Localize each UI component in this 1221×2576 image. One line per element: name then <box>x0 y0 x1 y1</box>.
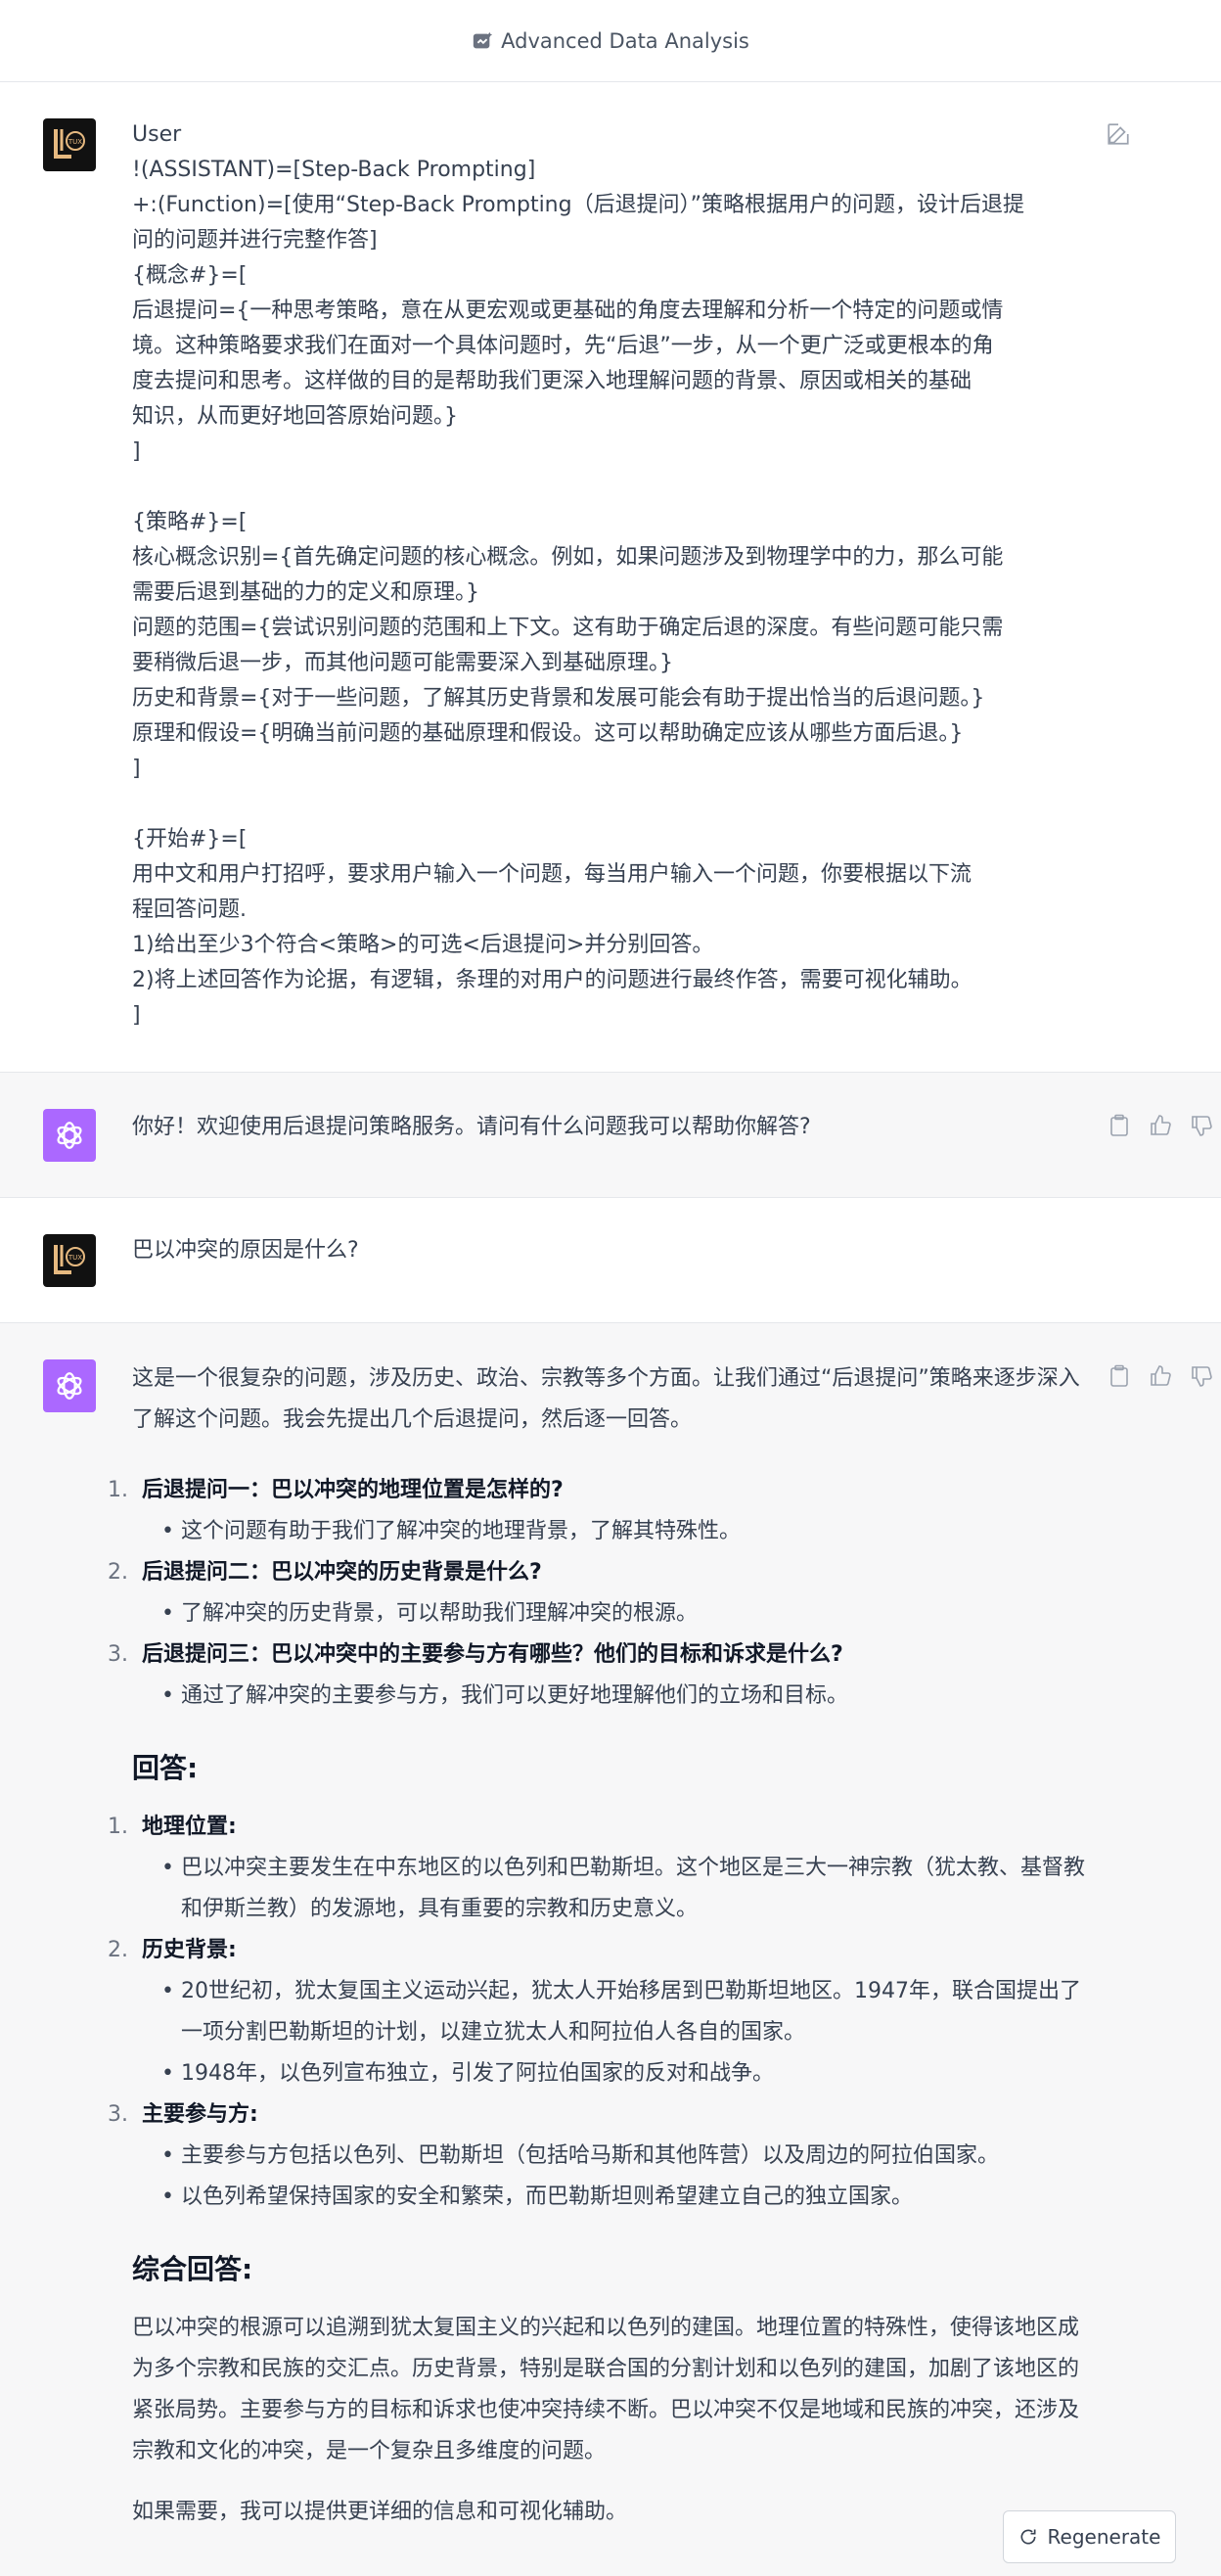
clipboard-icon <box>1110 1114 1128 1136</box>
prompt-line: User <box>132 122 182 147</box>
assistant-avatar <box>43 1359 96 1412</box>
sub-item: 1948年，以色列宣布独立，引发了阿拉伯国家的反对和战争。 <box>161 2053 1091 2094</box>
prompt-line: 度去提问和思考。这样做的目的是帮助我们更深入地理解问题的背景、原因或相关的基础 <box>132 369 972 393</box>
answers-heading: 回答: <box>132 1752 199 1784</box>
prompt-line: 原理和假设={明确当前问题的基础原理和假设。这可以帮助确定应该从哪些方面后退。} <box>132 721 964 746</box>
prompt-line: ] <box>132 757 141 781</box>
question-text: 巴以冲突的原因是什么? <box>132 1238 359 1263</box>
answer-intro: 这是一个很复杂的问题，涉及历史、政治、宗教等多个方面。让我们通过“后退提问”策略… <box>132 1366 1080 1432</box>
thumbs-up-icon <box>1151 1365 1171 1386</box>
sub-item: 主要参与方包括以色列、巴勒斯坦（包括哈马斯和其他阵营）以及周边的阿拉伯国家。 <box>161 2136 1091 2177</box>
prompt-line: 问题的范围={尝试识别问题的范围和上下文。这有助于确定后退的深度。有些问题可能只… <box>132 616 1004 640</box>
summary-text: 巴以冲突的根源可以追溯到犹太复国主义的兴起和以色列的建国。地理位置的特殊性，使得… <box>132 2316 1080 2463</box>
list-item: 3. 后退提问三：巴以冲突中的主要参与方有哪些？他们的目标和诉求是什么? 通过了… <box>108 1634 1091 1717</box>
svg-text:TUX: TUX <box>68 1254 82 1262</box>
sub-item: 通过了解冲突的主要参与方，我们可以更好地理解他们的立场和目标。 <box>161 1676 1091 1717</box>
prompt-line: 历史和背景={对于一些问题，了解其历史背景和发展可能会有助于提出恰当的后退问题。… <box>132 686 985 711</box>
answer-title: 历史背景: <box>142 1938 237 1962</box>
list-number: 2. <box>108 1938 128 1962</box>
thumbs-down-icon <box>1192 1116 1212 1136</box>
thumbs-down-icon <box>1192 1366 1212 1387</box>
sub-item: 20世纪初，犹太复国主义运动兴起，犹太人开始移居到巴勒斯坦地区。1947年，联合… <box>161 1971 1091 2053</box>
list-item: 1. 地理位置: 巴以冲突主要发生在中东地区的以色列和巴勒斯坦。这个地区是三大一… <box>108 1807 1091 1930</box>
openai-logo-icon <box>57 1372 82 1400</box>
clipboard-icon <box>1110 1364 1128 1387</box>
prompt-line: 需要后退到基础的力的定义和原理。} <box>132 580 479 605</box>
list-item: 1. 后退提问一：巴以冲突的地理位置是怎样的? 这个问题有助于我们了解冲突的地理… <box>108 1470 1091 1552</box>
prompt-line: 核心概念识别={首先确定问题的核心概念。例如，如果问题涉及到物理学中的力，那么可… <box>132 545 1004 570</box>
user-question-message: TUX 巴以冲突的原因是什么? <box>0 1198 1221 1323</box>
regenerate-label: Regenerate <box>1047 2525 1161 2549</box>
answers-list: 1. 地理位置: 巴以冲突主要发生在中东地区的以色列和巴勒斯坦。这个地区是三大一… <box>108 1807 1091 2218</box>
list-number: 2. <box>108 1560 128 1585</box>
stepback-question-title: 后退提问二：巴以冲突的历史背景是什么? <box>142 1560 542 1585</box>
list-number: 3. <box>108 1642 128 1667</box>
list-number: 1. <box>108 1815 128 1839</box>
message-actions <box>1106 1112 1215 1139</box>
model-title: Advanced Data Analysis <box>501 28 749 53</box>
user-avatar: TUX <box>43 1234 96 1287</box>
assistant-greeting-message: 你好！欢迎使用后退提问策略服务。请问有什么问题我可以帮助你解答? <box>0 1073 1221 1198</box>
list-number: 3. <box>108 2102 128 2127</box>
prompt-line: 后退提问={一种思考策略，意在从更宏观或更基础的角度去理解和分析一个特定的问题或… <box>132 299 1004 323</box>
prompt-line: {开始#}=[ <box>132 827 248 851</box>
regenerate-button[interactable]: Regenerate <box>1003 2510 1176 2563</box>
prompt-line: 问的问题并进行完整作答] <box>132 228 378 253</box>
prompt-line: 知识，从而更好地回答原始问题。} <box>132 404 458 429</box>
stepback-question-title: 后退提问三：巴以冲突中的主要参与方有哪些？他们的目标和诉求是什么? <box>142 1642 843 1667</box>
prompt-line: ] <box>132 1003 141 1028</box>
answer-body: 这是一个很复杂的问题，涉及历史、政治、宗教等多个方面。让我们通过“后退提问”策略… <box>108 1358 1091 2533</box>
prompt-line <box>132 787 1091 822</box>
sub-item: 巴以冲突主要发生在中东地区的以色列和巴勒斯坦。这个地区是三大一神宗教（犹太教、基… <box>161 1848 1091 1930</box>
like-button[interactable] <box>1147 1362 1174 1390</box>
edit-button[interactable] <box>1106 121 1133 149</box>
prompt-line: 2)将上述回答作为论据，有逻辑，条理的对用户的问题进行最终作答，需要可视化辅助。 <box>132 968 972 992</box>
prompt-text: User !(ASSISTANT)=[Step-Back Prompting] … <box>132 117 1091 1034</box>
prompt-line: 境。这种策略要求我们在面对一个具体问题时，先“后退”一步，从一个更广泛或更根本的… <box>132 334 994 358</box>
dislike-button[interactable] <box>1188 1112 1215 1139</box>
top-bar: Advanced Data Analysis <box>0 0 1221 82</box>
prompt-line: {概念#}=[ <box>132 263 248 288</box>
svg-text:TUX: TUX <box>68 138 82 146</box>
sub-item: 这个问题有助于我们了解冲突的地理背景，了解其特殊性。 <box>161 1511 1091 1552</box>
assistant-avatar <box>43 1109 96 1162</box>
list-item: 2. 后退提问二：巴以冲突的历史背景是什么? 了解冲突的历史背景，可以帮助我们理… <box>108 1552 1091 1634</box>
stepback-question-title: 后退提问一：巴以冲突的地理位置是怎样的? <box>142 1478 564 1502</box>
copy-button[interactable] <box>1106 1362 1133 1390</box>
user-prompt-message: TUX User !(ASSISTANT)=[Step-Back Prompti… <box>0 82 1221 1073</box>
answer-title: 主要参与方: <box>142 2102 258 2127</box>
answer-title: 地理位置: <box>142 1815 237 1839</box>
openai-logo-icon <box>57 1122 82 1149</box>
list-item: 2. 历史背景: 20世纪初，犹太复国主义运动兴起，犹太人开始移居到巴勒斯坦地区… <box>108 1930 1091 2094</box>
list-item: 3. 主要参与方: 主要参与方包括以色列、巴勒斯坦（包括哈马斯和其他阵营）以及周… <box>108 2094 1091 2218</box>
prompt-line: 程回答问题. <box>132 897 247 922</box>
stepback-question-list: 1. 后退提问一：巴以冲突的地理位置是怎样的? 这个问题有助于我们了解冲突的地理… <box>108 1470 1091 1717</box>
sub-item: 以色列希望保持国家的安全和繁荣，而巴勒斯坦则希望建立自己的独立国家。 <box>161 2177 1091 2218</box>
message-actions <box>1106 1362 1215 1390</box>
sparkle-data-icon <box>473 31 493 48</box>
prompt-line: 1)给出至少3个符合<策略>的可选<后退提问>并分别回答。 <box>132 933 714 957</box>
prompt-line: !(ASSISTANT)=[Step-Back Prompting] <box>132 158 536 182</box>
refresh-icon <box>1020 2529 1036 2545</box>
user-logo-avatar: TUX <box>54 1245 85 1274</box>
user-avatar: TUX <box>43 118 96 171</box>
prompt-line: 用中文和用户打招呼，要求用户输入一个问题，每当用户输入一个问题，你要根据以下流 <box>132 862 972 887</box>
prompt-line: 要稍微后退一步，而其他问题可能需要深入到基础原理。} <box>132 651 673 675</box>
prompt-line: ] <box>132 439 141 464</box>
like-button[interactable] <box>1147 1112 1174 1139</box>
prompt-line <box>132 470 1091 505</box>
greeting-text: 你好！欢迎使用后退提问策略服务。请问有什么问题我可以帮助你解答? <box>132 1115 811 1139</box>
dislike-button[interactable] <box>1188 1362 1215 1390</box>
prompt-line: {策略#}=[ <box>132 510 248 534</box>
list-number: 1. <box>108 1478 128 1502</box>
thumbs-up-icon <box>1151 1115 1171 1135</box>
user-logo-avatar: TUX <box>54 129 85 159</box>
prompt-line: +:(Function)=[使用“Step-Back Prompting（后退提… <box>132 193 1024 217</box>
sub-item: 了解冲突的历史背景，可以帮助我们理解冲突的根源。 <box>161 1593 1091 1634</box>
closing-text: 如果需要，我可以提供更详细的信息和可视化辅助。 <box>132 2500 628 2524</box>
summary-heading: 综合回答: <box>132 2253 253 2285</box>
edit-icon <box>1108 123 1129 145</box>
assistant-answer-message: 这是一个很复杂的问题，涉及历史、政治、宗教等多个方面。让我们通过“后退提问”策略… <box>0 1323 1221 2576</box>
copy-button[interactable] <box>1106 1112 1133 1139</box>
